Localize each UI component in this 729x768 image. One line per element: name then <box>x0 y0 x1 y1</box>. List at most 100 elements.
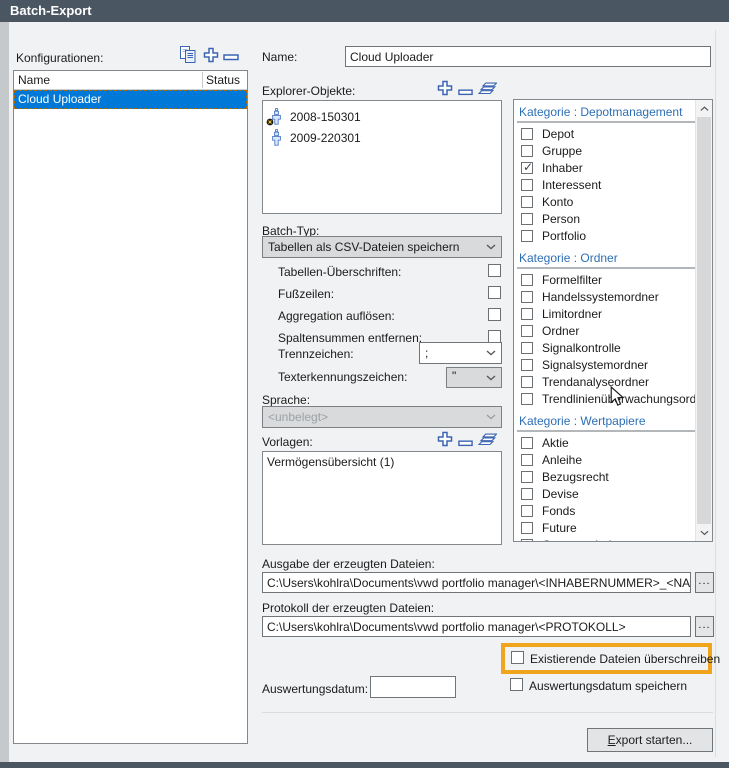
config-column-status[interactable]: Status <box>206 73 240 87</box>
category-checkbox[interactable] <box>521 454 533 466</box>
window-edge-left <box>0 22 9 762</box>
copy-config-button[interactable] <box>179 45 197 67</box>
aggregation-aufloesen-label: Aggregation auflösen: <box>278 309 395 323</box>
fusszeilen-checkbox[interactable] <box>488 286 501 299</box>
category-checkbox[interactable] <box>521 230 533 242</box>
scroll-thumb[interactable] <box>697 117 711 524</box>
scroll-up-button[interactable] <box>696 100 712 117</box>
tabellen-ueberschriften-label: Tabellen-Überschriften: <box>278 265 401 279</box>
konfigurationen-label: Konfigurationen: <box>16 51 103 65</box>
category-checkbox[interactable] <box>521 437 533 449</box>
texterkennungszeichen-label: Texterkennungszeichen: <box>278 370 407 384</box>
category-checkbox[interactable] <box>521 213 533 225</box>
chevron-down-icon <box>486 244 496 250</box>
category-header: Kategorie : Wertpapiere <box>517 412 695 432</box>
overwrite-checkbox[interactable] <box>511 651 524 664</box>
sprache-value: <unbelegt> <box>268 410 328 424</box>
chevron-down-icon <box>486 414 496 420</box>
texterkennungszeichen-value: " <box>452 369 456 383</box>
config-row[interactable]: Cloud Uploader <box>14 90 247 109</box>
save-date-checkbox[interactable] <box>510 678 523 691</box>
add-object-button[interactable] <box>437 80 453 99</box>
category-item: Gruppe <box>521 143 695 159</box>
chevron-down-icon <box>700 530 709 536</box>
category-label: Trendanalyseordner <box>542 375 649 389</box>
auswertungsdatum-label: Auswertungsdatum: <box>262 682 368 696</box>
chevron-down-icon <box>486 350 496 356</box>
category-checkbox[interactable] <box>521 145 533 157</box>
protokoll-browse-button[interactable]: ... <box>695 616 714 637</box>
aggregation-aufloesen-checkbox[interactable] <box>488 308 501 321</box>
category-item: Devise <box>521 486 695 502</box>
category-checkbox[interactable] <box>521 359 533 371</box>
copy-icon <box>179 45 197 64</box>
add-vorlage-button[interactable] <box>437 431 453 450</box>
overwrite-label: Existierende Dateien überschreiben <box>530 652 720 666</box>
auswertungsdatum-input[interactable] <box>370 676 456 698</box>
config-table[interactable]: Name Status Cloud Uploader <box>13 70 248 744</box>
category-checkbox[interactable] <box>521 308 533 320</box>
add-config-button[interactable] <box>203 47 219 66</box>
category-checkbox[interactable] <box>521 522 533 534</box>
stack-icon <box>478 432 497 446</box>
category-label: Interessent <box>542 178 601 192</box>
category-checkbox[interactable] <box>521 196 533 208</box>
name-input[interactable]: Cloud Uploader <box>345 46 711 67</box>
texterkennungszeichen-select[interactable]: " <box>446 367 502 388</box>
category-list[interactable]: Kategorie : Depotmanagement Depot Gruppe… <box>513 99 713 542</box>
category-checkbox[interactable] <box>521 291 533 303</box>
explorer-list[interactable]: 2008-150301 2009-220301 <box>262 100 502 214</box>
batch-typ-select[interactable]: Tabellen als CSV-Dateien speichern <box>262 236 502 258</box>
tabellen-ueberschriften-checkbox[interactable] <box>488 264 501 277</box>
category-checkbox[interactable] <box>521 325 533 337</box>
batch-typ-value: Tabellen als CSV-Dateien speichern <box>268 240 459 254</box>
window-edge-right <box>715 30 716 757</box>
explorer-item[interactable]: 2009-220301 <box>263 127 501 148</box>
category-checkbox[interactable] <box>521 179 533 191</box>
vorlage-layers-button[interactable] <box>478 432 497 449</box>
column-separator[interactable] <box>202 72 203 88</box>
remove-vorlage-button[interactable] <box>458 437 473 451</box>
category-item: Genussschein <box>521 537 695 541</box>
category-checkbox[interactable] <box>521 274 533 286</box>
category-checkbox[interactable] <box>521 488 533 500</box>
ausgabe-path-input[interactable]: C:\Users\kohlra\Documents\vwd portfolio … <box>262 572 691 593</box>
category-checkbox[interactable] <box>521 128 533 140</box>
category-checkbox[interactable] <box>521 376 533 388</box>
category-checkbox[interactable] <box>521 162 533 174</box>
config-column-name[interactable]: Name <box>18 73 50 87</box>
object-layers-button[interactable] <box>478 81 497 98</box>
vorlagen-list[interactable]: Vermögensübersicht (1) <box>262 451 502 545</box>
export-start-button[interactable]: Export starten... <box>587 728 713 752</box>
category-label: Genussschein <box>542 538 618 541</box>
protokoll-path-input[interactable]: C:\Users\kohlra\Documents\vwd portfolio … <box>262 616 691 637</box>
category-checkbox[interactable] <box>521 393 533 405</box>
remove-config-button[interactable] <box>223 51 239 65</box>
scroll-down-button[interactable] <box>696 524 712 541</box>
category-label: Konto <box>542 195 573 209</box>
chevron-down-icon <box>486 375 496 381</box>
category-item: Bezugsrecht <box>521 469 695 485</box>
explorer-item[interactable]: 2008-150301 <box>263 106 501 127</box>
category-item: Limitordner <box>521 306 695 322</box>
sprache-select: <unbelegt> <box>262 406 502 428</box>
category-label: Future <box>542 521 577 535</box>
category-label: Fonds <box>542 504 575 518</box>
trennzeichen-select[interactable]: ; <box>419 342 502 364</box>
category-item: Formelfilter <box>521 272 695 288</box>
category-checkbox[interactable] <box>521 539 533 541</box>
category-label: Handelssystemordner <box>542 290 659 304</box>
category-label: Signalkontrolle <box>542 341 621 355</box>
explorer-item-label: 2008-150301 <box>290 110 361 124</box>
scrollbar[interactable] <box>695 100 712 541</box>
batch-export-dialog: Batch-Export Konfigurationen: Name Statu… <box>0 0 729 768</box>
minus-icon <box>458 88 473 97</box>
category-item: Inhaber <box>521 160 695 176</box>
plus-icon <box>437 431 453 447</box>
remove-object-button[interactable] <box>458 86 473 100</box>
category-checkbox[interactable] <box>521 342 533 354</box>
ausgabe-browse-button[interactable]: ... <box>695 572 714 593</box>
vorlagen-item[interactable]: Vermögensübersicht (1) <box>267 455 497 469</box>
category-checkbox[interactable] <box>521 505 533 517</box>
category-checkbox[interactable] <box>521 471 533 483</box>
